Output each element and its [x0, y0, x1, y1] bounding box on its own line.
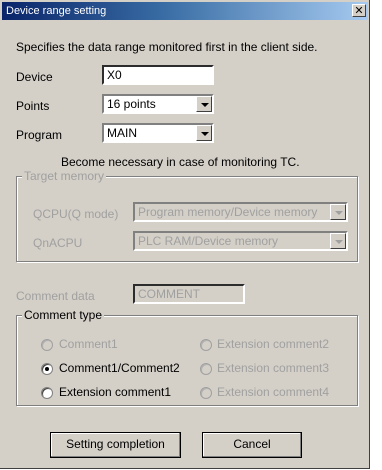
setting-completion-button[interactable]: Setting completion	[50, 432, 181, 458]
radio-comment1-comment2-label[interactable]: Comment1/Comment2	[59, 361, 180, 375]
radio-extension-comment2	[200, 339, 212, 351]
qnacpu-memory-select: PLC RAM/Device memory	[133, 231, 348, 251]
close-icon: ✕	[354, 4, 364, 17]
radio-extension-comment3	[200, 363, 212, 375]
device-field[interactable]: X0	[102, 65, 214, 85]
intro-text: Specifies the data range monitored first…	[16, 40, 318, 54]
program-value: MAIN	[107, 126, 137, 140]
qcpu-memory-select: Program memory/Device memory	[133, 202, 348, 222]
radio-comment1-label: Comment1	[59, 337, 118, 351]
radio-extension-comment4-label: Extension comment4	[217, 385, 330, 399]
device-range-dialog: Device range setting ✕ Specifies the dat…	[0, 0, 370, 469]
program-select[interactable]: MAIN	[102, 123, 214, 143]
close-button[interactable]: ✕	[352, 4, 366, 17]
tc-note: Become necessary in case of monitoring T…	[61, 155, 300, 169]
qcpu-label: QCPU(Q mode)	[33, 207, 119, 221]
program-label: Program	[16, 128, 63, 142]
device-label: Device	[16, 70, 53, 84]
chevron-down-icon	[330, 233, 346, 249]
target-memory-title: Target memory	[22, 169, 107, 183]
radio-extension-comment3-label: Extension comment3	[217, 361, 330, 375]
comment-data-label: Comment data	[16, 289, 95, 303]
points-value: 16 points	[107, 97, 156, 111]
radio-comment1	[41, 339, 53, 351]
chevron-down-icon[interactable]	[196, 96, 212, 112]
radio-extension-comment1-label[interactable]: Extension comment1	[59, 385, 171, 399]
selected-dot	[45, 367, 49, 371]
title-bar[interactable]: Device range setting ✕	[2, 2, 368, 20]
radio-extension-comment2-label: Extension comment2	[217, 337, 330, 351]
qnacpu-memory-value: PLC RAM/Device memory	[138, 234, 279, 248]
cancel-button[interactable]: Cancel	[202, 432, 302, 458]
chevron-down-icon	[330, 204, 346, 220]
chevron-down-icon[interactable]	[196, 125, 212, 141]
qcpu-memory-value: Program memory/Device memory	[138, 205, 318, 219]
radio-comment1-comment2[interactable]	[41, 363, 53, 375]
comment-type-title: Comment type	[22, 308, 105, 322]
window-title: Device range setting	[6, 5, 107, 17]
radio-extension-comment1[interactable]	[41, 387, 53, 399]
points-select[interactable]: 16 points	[102, 94, 214, 114]
radio-extension-comment4	[200, 387, 212, 399]
points-label: Points	[16, 99, 50, 113]
comment-data-field: COMMENT	[133, 284, 245, 304]
qnacpu-label: QnACPU	[33, 236, 83, 250]
